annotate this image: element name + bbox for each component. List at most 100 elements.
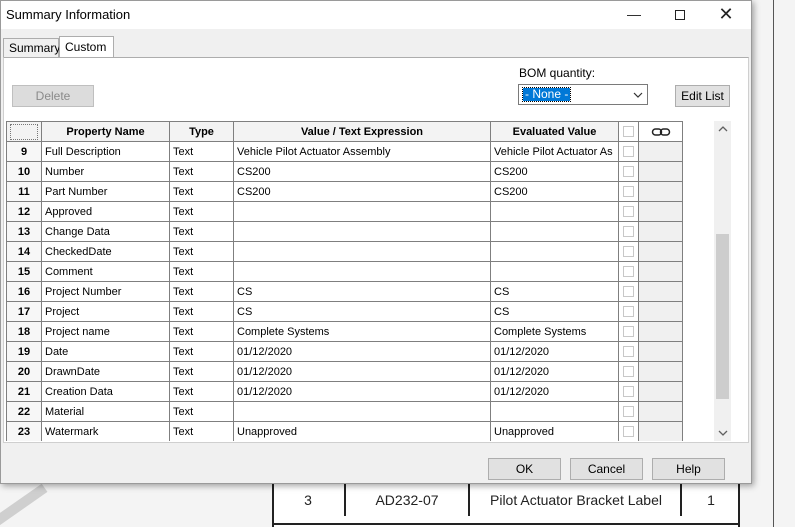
- row-checkbox[interactable]: [618, 381, 639, 402]
- property-name-cell[interactable]: Date: [41, 341, 170, 362]
- property-name-cell[interactable]: Creation Data: [41, 381, 170, 402]
- table-row[interactable]: 20 DrawnDate Text 01/12/2020 01/12/2020: [6, 361, 683, 382]
- row-checkbox[interactable]: [618, 321, 639, 342]
- type-cell[interactable]: Text: [169, 201, 234, 222]
- select-all-corner[interactable]: [6, 121, 42, 142]
- table-row[interactable]: 18 Project name Text Complete Systems Comple…: [6, 321, 683, 342]
- value-cell[interactable]: CS200: [233, 181, 491, 202]
- bom-quantity-select[interactable]: - None -: [518, 84, 648, 105]
- type-cell[interactable]: Text: [169, 421, 234, 441]
- minimize-button[interactable]: —: [611, 1, 657, 29]
- type-cell[interactable]: Text: [169, 221, 234, 242]
- property-name-cell[interactable]: Comment: [41, 261, 170, 282]
- column-header-property-name[interactable]: Property Name: [41, 121, 170, 142]
- property-name-cell[interactable]: Project: [41, 301, 170, 322]
- value-cell[interactable]: CS200: [233, 161, 491, 182]
- column-header-value[interactable]: Value / Text Expression: [233, 121, 491, 142]
- delete-button[interactable]: Delete: [12, 85, 94, 107]
- row-checkbox[interactable]: [618, 221, 639, 242]
- value-cell[interactable]: [233, 221, 491, 242]
- row-number: 13: [6, 221, 42, 242]
- type-cell[interactable]: Text: [169, 341, 234, 362]
- table-row[interactable]: 21 Creation Data Text 01/12/2020 01/12/2020: [6, 381, 683, 402]
- table-row[interactable]: 19 Date Text 01/12/2020 01/12/2020: [6, 341, 683, 362]
- property-name-cell[interactable]: Project Number: [41, 281, 170, 302]
- summary-information-dialog: Summary Information — ✕ Summary Custom D…: [0, 0, 752, 484]
- properties-table: Property Name Type Value / Text Expressi…: [6, 121, 683, 441]
- row-checkbox[interactable]: [618, 161, 639, 182]
- table-row[interactable]: 23 Watermark Text Unapproved Unapproved: [6, 421, 683, 441]
- row-checkbox[interactable]: [618, 401, 639, 422]
- value-cell[interactable]: CS: [233, 301, 491, 322]
- column-header-evaluated-value[interactable]: Evaluated Value: [490, 121, 619, 142]
- vertical-scrollbar[interactable]: [714, 121, 731, 441]
- value-cell[interactable]: [233, 401, 491, 422]
- type-cell[interactable]: Text: [169, 161, 234, 182]
- help-button[interactable]: Help: [652, 458, 725, 480]
- row-checkbox[interactable]: [618, 301, 639, 322]
- table-row[interactable]: 13 Change Data Text: [6, 221, 683, 242]
- type-cell[interactable]: Text: [169, 281, 234, 302]
- value-cell[interactable]: Unapproved: [233, 421, 491, 441]
- property-name-cell[interactable]: Number: [41, 161, 170, 182]
- value-cell[interactable]: Complete Systems: [233, 321, 491, 342]
- tab-custom[interactable]: Custom: [59, 36, 114, 58]
- ok-button[interactable]: OK: [488, 458, 561, 480]
- property-name-cell[interactable]: DrawnDate: [41, 361, 170, 382]
- row-checkbox[interactable]: [618, 181, 639, 202]
- table-row[interactable]: 17 Project Text CS CS: [6, 301, 683, 322]
- table-row[interactable]: 16 Project Number Text CS CS: [6, 281, 683, 302]
- value-cell[interactable]: [233, 201, 491, 222]
- maximize-button[interactable]: [657, 1, 703, 29]
- scrollbar-thumb[interactable]: [716, 234, 729, 399]
- value-cell[interactable]: 01/12/2020: [233, 381, 491, 402]
- scroll-down-icon[interactable]: [714, 424, 731, 441]
- row-checkbox[interactable]: [618, 341, 639, 362]
- table-row[interactable]: 12 Approved Text: [6, 201, 683, 222]
- property-name-cell[interactable]: Full Description: [41, 141, 170, 162]
- table-row[interactable]: 14 CheckedDate Text: [6, 241, 683, 262]
- edit-list-button[interactable]: Edit List: [675, 85, 730, 107]
- row-checkbox[interactable]: [618, 421, 639, 441]
- value-cell[interactable]: 01/12/2020: [233, 341, 491, 362]
- row-checkbox[interactable]: [618, 141, 639, 162]
- value-cell[interactable]: Vehicle Pilot Actuator Assembly: [233, 141, 491, 162]
- property-name-cell[interactable]: Material: [41, 401, 170, 422]
- row-checkbox[interactable]: [618, 361, 639, 382]
- value-cell[interactable]: [233, 261, 491, 282]
- table-row[interactable]: 9 Full Description Text Vehicle Pilot Actua…: [6, 141, 683, 162]
- value-cell[interactable]: CS: [233, 281, 491, 302]
- table-row[interactable]: 15 Comment Text: [6, 261, 683, 282]
- type-cell[interactable]: Text: [169, 381, 234, 402]
- property-name-cell[interactable]: Project name: [41, 321, 170, 342]
- type-cell[interactable]: Text: [169, 181, 234, 202]
- type-cell[interactable]: Text: [169, 261, 234, 282]
- row-checkbox[interactable]: [618, 261, 639, 282]
- table-row[interactable]: 11 Part Number Text CS200 CS200: [6, 181, 683, 202]
- row-checkbox[interactable]: [618, 241, 639, 262]
- type-cell[interactable]: Text: [169, 301, 234, 322]
- property-name-cell[interactable]: Change Data: [41, 221, 170, 242]
- type-cell[interactable]: Text: [169, 401, 234, 422]
- close-button[interactable]: ✕: [703, 1, 749, 29]
- evaluated-value-cell: Unapproved: [490, 421, 619, 441]
- value-cell[interactable]: [233, 241, 491, 262]
- tab-summary[interactable]: Summary: [3, 38, 60, 58]
- property-name-cell[interactable]: Watermark: [41, 421, 170, 441]
- value-cell[interactable]: 01/12/2020: [233, 361, 491, 382]
- table-row[interactable]: 10 Number Text CS200 CS200: [6, 161, 683, 182]
- row-checkbox[interactable]: [618, 201, 639, 222]
- type-cell[interactable]: Text: [169, 141, 234, 162]
- cancel-button[interactable]: Cancel: [570, 458, 643, 480]
- type-cell[interactable]: Text: [169, 241, 234, 262]
- property-name-cell[interactable]: CheckedDate: [41, 241, 170, 262]
- type-cell[interactable]: Text: [169, 321, 234, 342]
- row-checkbox[interactable]: [618, 281, 639, 302]
- header-checkbox[interactable]: [618, 121, 639, 142]
- type-cell[interactable]: Text: [169, 361, 234, 382]
- property-name-cell[interactable]: Part Number: [41, 181, 170, 202]
- scroll-up-icon[interactable]: [714, 121, 731, 138]
- table-row[interactable]: 22 Material Text: [6, 401, 683, 422]
- column-header-type[interactable]: Type: [169, 121, 234, 142]
- property-name-cell[interactable]: Approved: [41, 201, 170, 222]
